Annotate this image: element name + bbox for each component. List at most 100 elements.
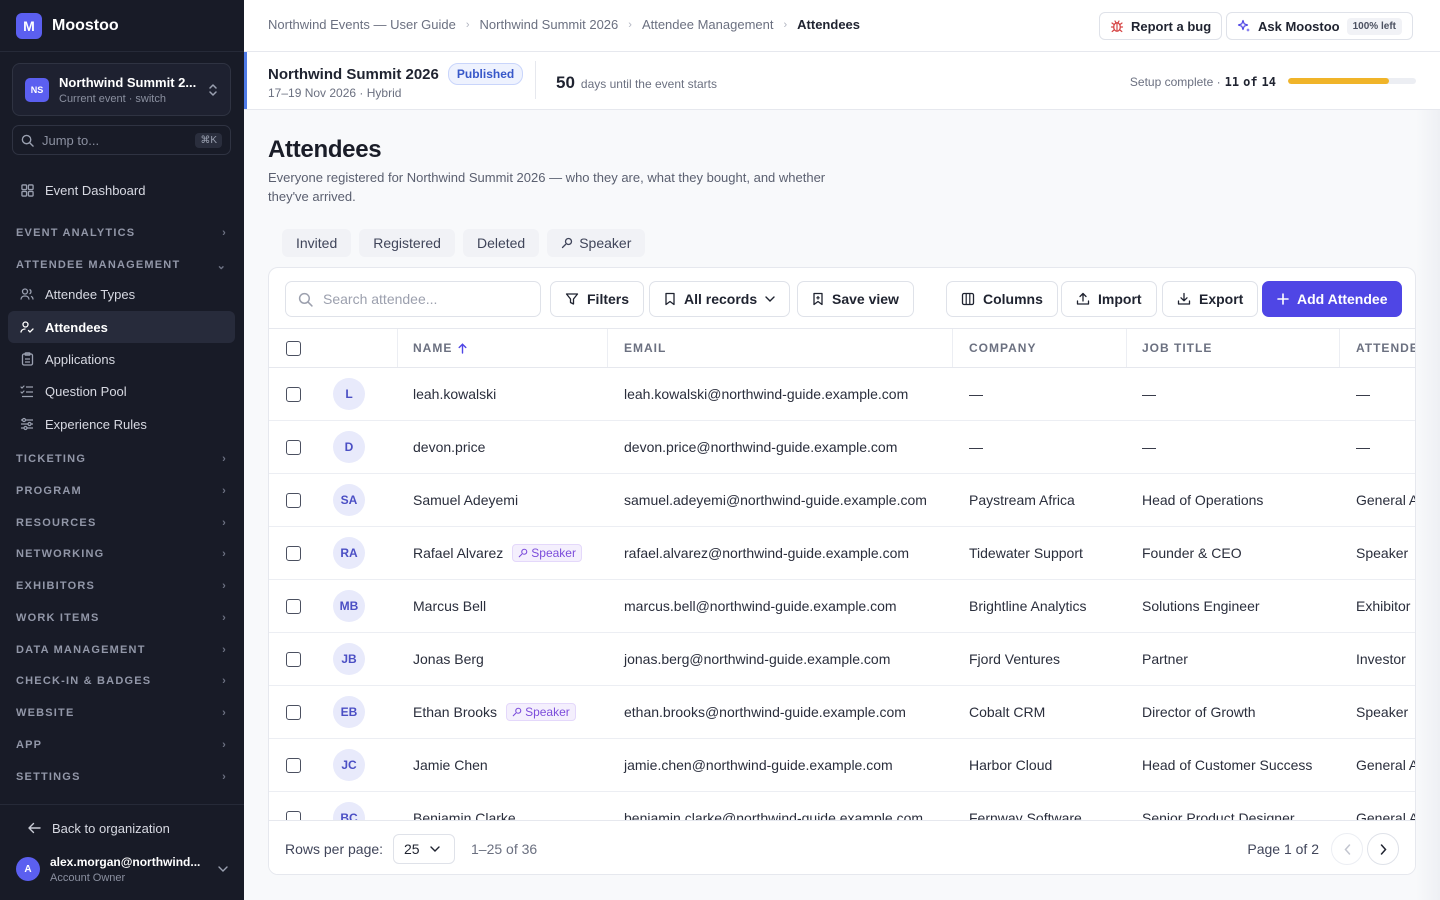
column-header-job-title[interactable]: JOB TITLE [1142, 329, 1212, 367]
company-cell: Brightline Analytics [969, 580, 1087, 632]
columns-button[interactable]: Columns [946, 281, 1058, 317]
attendee-type-cell: Exhibitor [1356, 580, 1410, 632]
attendee-company: Harbor Cloud [969, 757, 1053, 773]
breadcrumb-item[interactable]: Northwind Summit 2026 [480, 17, 619, 32]
name-cell[interactable]: Jonas Berg [413, 633, 484, 685]
import-button[interactable]: Import [1061, 281, 1157, 317]
attendee-email: rafael.alvarez@northwind-guide.example.c… [624, 545, 910, 561]
jump-to-search[interactable]: Jump to... ⌘K [12, 125, 231, 155]
section-program[interactable]: PROGRAM › [16, 482, 227, 500]
save-view-button[interactable]: Save view [797, 281, 914, 317]
row-checkbox[interactable] [286, 386, 301, 402]
attendee-company: — [969, 386, 983, 402]
breadcrumb-item[interactable]: Attendee Management [642, 17, 774, 32]
section-resources[interactable]: RESOURCES › [16, 514, 227, 532]
section-work-items[interactable]: WORK ITEMS › [16, 609, 227, 627]
previous-page-button[interactable] [1331, 833, 1363, 865]
table-row[interactable]: JC Jamie Chen jamie.chen@northwind-guide.e… [269, 739, 1415, 792]
filters-label: Filters [587, 291, 630, 307]
search-field[interactable] [285, 281, 541, 317]
back-to-organization-link[interactable]: Back to organization [28, 818, 170, 838]
table-row[interactable]: BC Benjamin Clarke benjamin.clarke@northwi… [269, 792, 1415, 820]
row-checkbox[interactable] [286, 651, 301, 667]
rows-per-page-select[interactable]: 25 [393, 834, 455, 864]
section-app[interactable]: APP › [16, 736, 227, 754]
brand[interactable]: M Moostoo [16, 13, 119, 39]
divider [535, 61, 536, 99]
sidebar-item-attendee-types[interactable]: Attendee Types [8, 278, 235, 310]
table-row[interactable]: RA Rafael Alvarez Speaker rafael.alvarez@no… [269, 527, 1415, 580]
sidebar-item-event-dashboard[interactable]: Event Dashboard [8, 174, 235, 206]
name-cell[interactable]: Rafael Alvarez Speaker [413, 527, 582, 579]
days-countdown: 50 days until the event starts [556, 73, 717, 93]
column-header-name[interactable]: NAME [413, 329, 467, 367]
add-attendee-button[interactable]: Add Attendee [1262, 281, 1403, 317]
name-cell[interactable]: Samuel Adeyemi [413, 474, 518, 526]
tab-speaker[interactable]: Speaker [547, 229, 646, 257]
row-checkbox[interactable] [286, 810, 301, 820]
attendee-job-title: Head of Customer Success [1142, 757, 1313, 773]
bookmark-plus-icon [813, 292, 823, 306]
tab-registered[interactable]: Registered [359, 229, 455, 257]
section-label: DATA MANAGEMENT [16, 644, 146, 656]
name-cell[interactable]: Ethan Brooks Speaker [413, 686, 576, 738]
column-header-attendee-type[interactable]: ATTENDE [1356, 329, 1415, 367]
table-row[interactable]: Lleah.kowalski leah.kowalski@northwind-gu… [269, 368, 1415, 421]
tab-deleted[interactable]: Deleted [462, 229, 540, 257]
divider [0, 51, 244, 52]
search-input[interactable] [323, 291, 523, 307]
user-menu[interactable]: A alex.morgan@northwind... Account Owner [16, 853, 228, 885]
section-website[interactable]: WEBSITE › [16, 704, 227, 722]
section-ticketing[interactable]: TICKETING › [16, 450, 227, 468]
row-checkbox[interactable] [286, 757, 301, 773]
row-checkbox[interactable] [286, 492, 301, 508]
next-page-button[interactable] [1367, 833, 1399, 865]
table-row[interactable]: SA Samuel Adeyemi samuel.adeyemi@northwind… [269, 474, 1415, 527]
sidebar-item-experience-rules[interactable]: Experience Rules [8, 408, 235, 440]
sidebar-item-attendees[interactable]: Attendees [8, 311, 235, 343]
records-dropdown[interactable]: All records [649, 281, 791, 317]
name-cell[interactable]: Jamie Chen [413, 739, 488, 791]
name-cell[interactable]: Marcus Bell [413, 580, 486, 632]
row-checkbox[interactable] [286, 545, 301, 561]
section-exhibitors[interactable]: EXHIBITORS › [16, 577, 227, 595]
section-attendee-management[interactable]: ATTENDEE MANAGEMENT ⌄ [16, 256, 227, 274]
section-networking[interactable]: NETWORKING › [16, 545, 227, 563]
section-check-in-badges[interactable]: CHECK-IN & BADGES › [16, 672, 227, 690]
row-checkbox[interactable] [286, 704, 301, 720]
company-cell: Paystream Africa [969, 474, 1075, 526]
row-checkbox[interactable] [286, 598, 301, 614]
table-row[interactable]: JB Jonas Berg jonas.berg@northwind-guide.e… [269, 633, 1415, 686]
section-label: TICKETING [16, 453, 87, 465]
table-row[interactable]: Ddevon.price devon.price@northwind-guide.… [269, 421, 1415, 474]
sidebar-item-question-pool[interactable]: Question Pool [8, 375, 235, 407]
sliders-icon [20, 417, 34, 431]
select-all-checkbox[interactable] [286, 340, 301, 356]
row-checkbox[interactable] [286, 439, 301, 455]
column-divider [1339, 329, 1340, 367]
tab-invited[interactable]: Invited [282, 229, 352, 257]
ask-moostoo-button[interactable]: Ask Moostoo 100% left [1226, 12, 1413, 40]
attendee-name: devon.price [413, 439, 486, 455]
breadcrumb: Northwind Events — User Guide › Northwin… [268, 17, 860, 32]
section-data-management[interactable]: DATA MANAGEMENT › [16, 641, 227, 659]
filters-button[interactable]: Filters [550, 281, 645, 317]
attendee-type: — [1356, 386, 1370, 402]
name-cell[interactable]: Benjamin Clarke [413, 792, 516, 820]
name-cell[interactable]: leah.kowalski [413, 368, 496, 420]
attendee-type: General A [1356, 810, 1415, 820]
column-header-company[interactable]: COMPANY [969, 329, 1036, 367]
breadcrumb-item[interactable]: Northwind Events — User Guide [268, 17, 456, 32]
section-event-analytics[interactable]: EVENT ANALYTICS › [16, 224, 227, 242]
name-cell[interactable]: devon.price [413, 421, 485, 473]
section-settings[interactable]: SETTINGS › [16, 768, 227, 786]
sidebar-item-label: Attendees [45, 319, 108, 335]
export-button[interactable]: Export [1162, 281, 1259, 317]
table-row[interactable]: EB Ethan Brooks Speaker ethan.brooks@northw… [269, 686, 1415, 739]
row-checkbox-cell [286, 421, 301, 473]
column-header-email[interactable]: EMAIL [624, 329, 666, 367]
event-switcher[interactable]: NS Northwind Summit 2... Current event ·… [12, 63, 231, 116]
report-bug-button[interactable]: Report a bug [1099, 12, 1223, 40]
table-row[interactable]: MB Marcus Bell marcus.bell@northwind-guide… [269, 580, 1415, 633]
sidebar-item-applications[interactable]: Applications [8, 343, 235, 375]
